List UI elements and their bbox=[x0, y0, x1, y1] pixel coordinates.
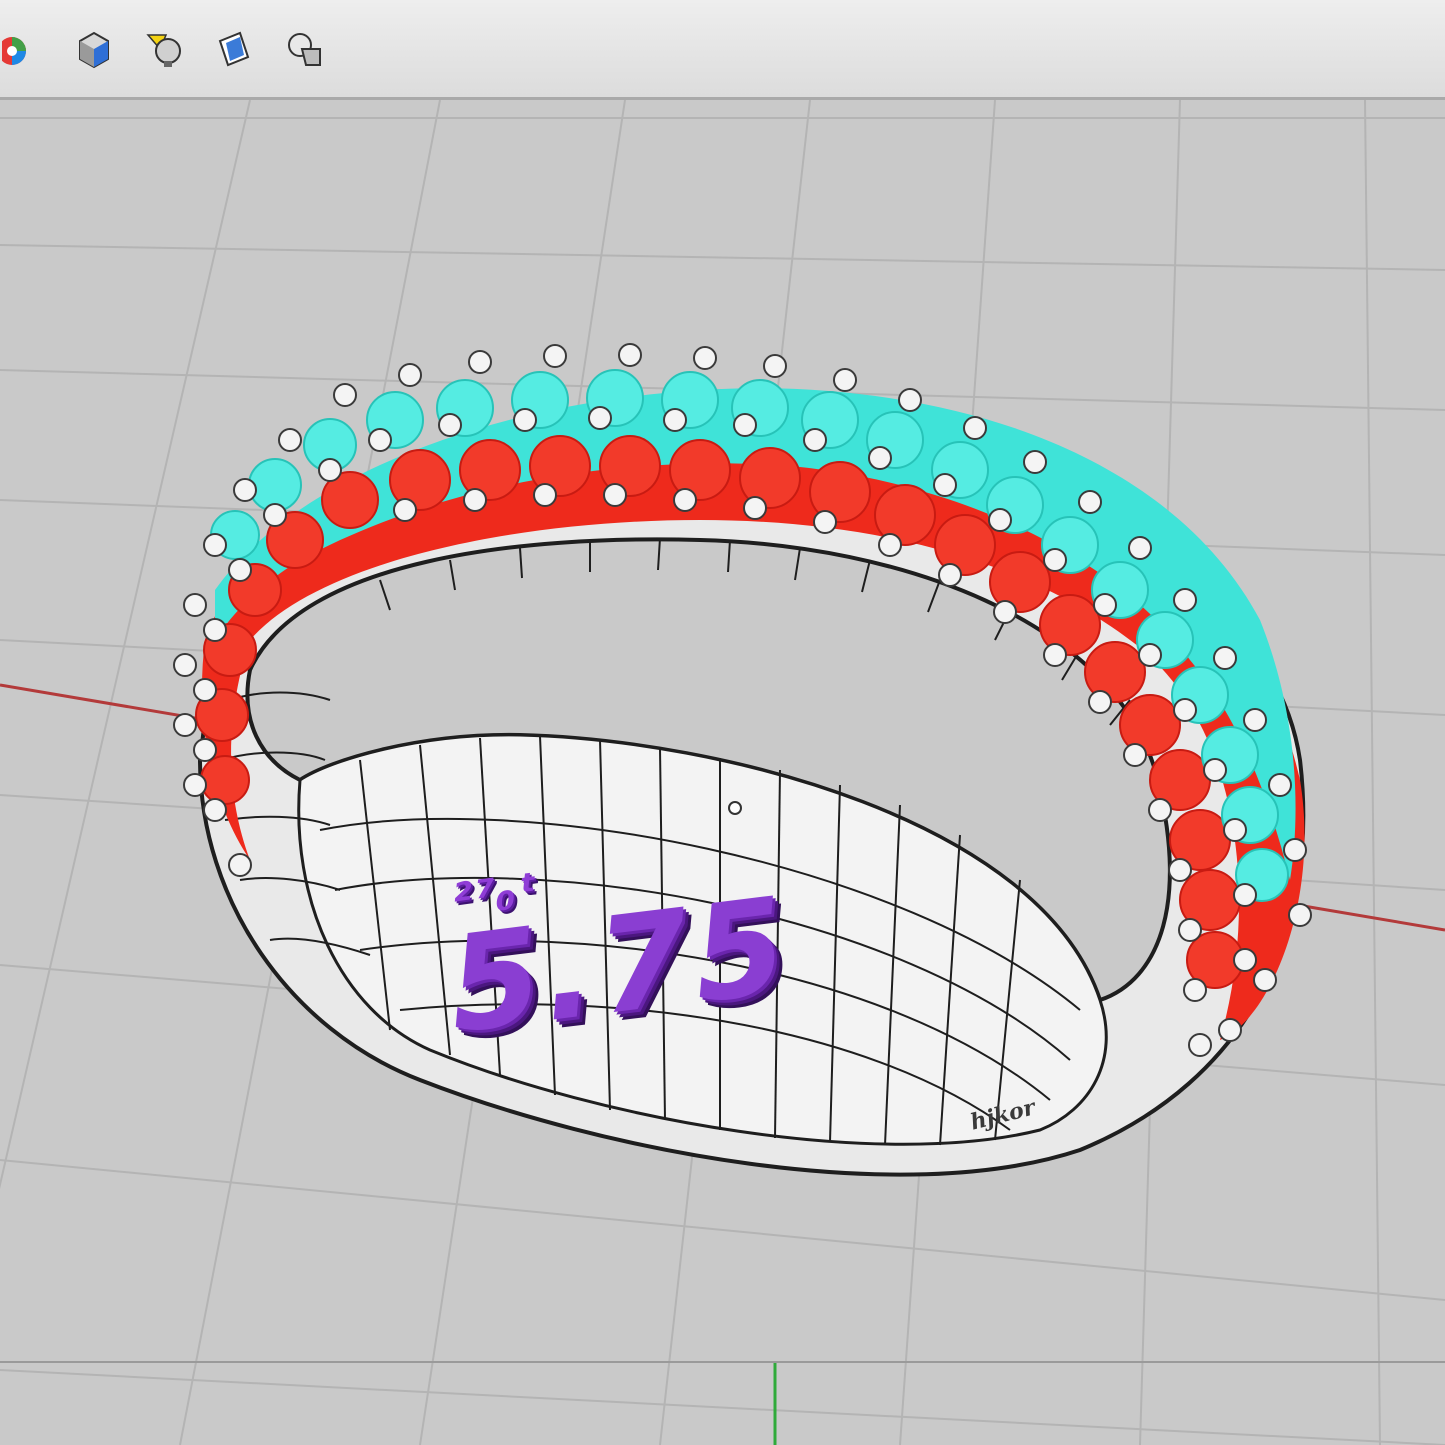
ring-model bbox=[173, 343, 1312, 1177]
lights-button[interactable] bbox=[140, 25, 188, 73]
shape-icon bbox=[288, 32, 321, 66]
render-toolbar bbox=[0, 0, 1445, 100]
lights-icon bbox=[146, 33, 181, 67]
perspective-viewport[interactable]: ²⁷₀ᵗ 5.75 hjkor bbox=[0, 100, 1445, 1445]
material-icon bbox=[218, 31, 250, 66]
color-wheel-button[interactable] bbox=[0, 25, 48, 73]
origin-point[interactable] bbox=[728, 801, 742, 815]
ring-size-text-object[interactable]: 5.75 bbox=[442, 867, 795, 1065]
render-shaded-icon bbox=[79, 31, 109, 68]
material-button[interactable] bbox=[210, 25, 258, 73]
render-shaded-button[interactable] bbox=[70, 25, 118, 73]
viewport-scene bbox=[0, 100, 1445, 1445]
color-wheel-icon bbox=[2, 36, 26, 65]
shape-button[interactable] bbox=[280, 25, 328, 73]
